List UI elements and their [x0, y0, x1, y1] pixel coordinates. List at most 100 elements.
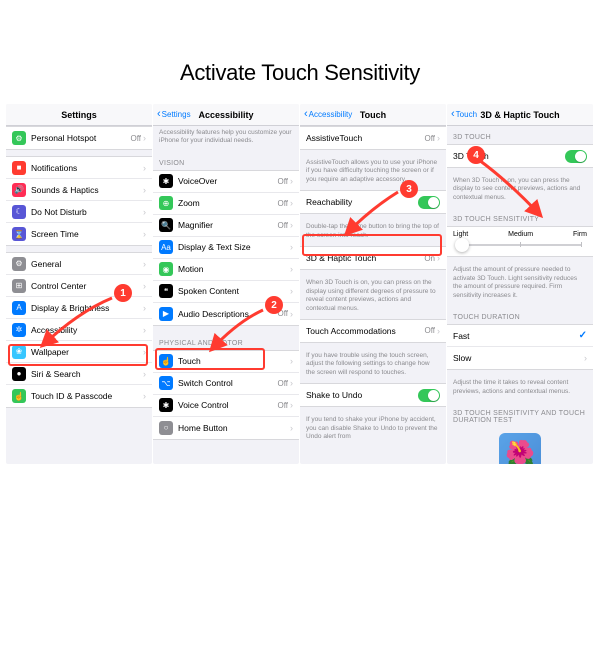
row-value: Off: [277, 379, 288, 388]
row-icon: A: [12, 301, 26, 315]
row-label: Magnifier: [178, 220, 277, 230]
row-label: General: [31, 259, 143, 269]
settings-row[interactable]: ☾Do Not Disturb›: [6, 201, 152, 223]
back-button[interactable]: ‹Accessibility: [304, 109, 352, 120]
row-icon: ●: [12, 367, 26, 381]
settings-row[interactable]: AssistiveTouchOff›: [300, 127, 446, 149]
row-label: Display & Brightness: [31, 303, 143, 313]
back-button[interactable]: ‹Settings: [157, 109, 191, 120]
row-label: Siri & Search: [31, 369, 143, 379]
row-label: Motion: [178, 264, 290, 274]
row-value: Off: [130, 134, 141, 143]
settings-row[interactable]: Fast✓: [447, 325, 593, 347]
chevron-right-icon: ›: [290, 176, 293, 186]
row-value: Off: [277, 177, 288, 186]
settings-row[interactable]: ⌛Screen Time›: [6, 223, 152, 245]
chevron-right-icon: ›: [290, 309, 293, 319]
settings-row[interactable]: ✱VoiceOverOff›: [153, 171, 299, 193]
back-button[interactable]: ‹Touch: [451, 109, 477, 120]
chevron-right-icon: ›: [437, 253, 440, 263]
settings-row[interactable]: ■Notifications›: [6, 157, 152, 179]
row-label: Reachability: [306, 197, 418, 207]
test-image[interactable]: 🌺: [499, 433, 541, 464]
screen-3d-haptic: ‹Touch 3D & Haptic Touch 3D TOUCH 3D Tou…: [447, 104, 593, 464]
settings-row[interactable]: ⚙General›: [6, 253, 152, 275]
row-value: Off: [424, 326, 435, 335]
row-value: On: [424, 254, 435, 263]
chevron-right-icon: ›: [143, 133, 146, 143]
section-motor: PHYSICAL AND MOTOR: [153, 332, 299, 350]
settings-row[interactable]: ● Siri & Search›: [6, 363, 152, 385]
row-icon: ❀: [12, 345, 26, 359]
settings-row[interactable]: 3D & Haptic TouchOn›: [300, 247, 446, 269]
row-label: Screen Time: [31, 229, 143, 239]
chevron-right-icon: ›: [290, 286, 293, 296]
sensitivity-slider[interactable]: [459, 244, 581, 246]
footer: If you have trouble using the touch scre…: [300, 349, 446, 383]
row-label: Slow: [453, 353, 584, 363]
settings-row[interactable]: AaDisplay & Text Size›: [153, 237, 299, 259]
navbar: ‹Accessibility Touch: [300, 104, 446, 126]
chevron-right-icon: ›: [143, 303, 146, 313]
row-label: Accessibility: [31, 325, 143, 335]
settings-row[interactable]: ❀ Wallpaper›: [6, 341, 152, 363]
footer: AssistiveTouch allows you to use your iP…: [300, 156, 446, 190]
row-label: Voice Control: [178, 400, 277, 410]
chevron-right-icon: ›: [290, 423, 293, 433]
row-icon: ◉: [159, 262, 173, 276]
chevron-left-icon: ‹: [304, 109, 308, 120]
settings-row[interactable]: ☝Touch›: [153, 351, 299, 373]
section-test: 3D TOUCH SENSITIVITY AND TOUCH DURATION …: [447, 402, 593, 427]
chevron-right-icon: ›: [143, 369, 146, 379]
settings-row[interactable]: Reachability: [300, 191, 446, 213]
row-icon: ⌥: [159, 376, 173, 390]
intro-text: Accessibility features help you customiz…: [153, 126, 299, 152]
nav-title: Settings: [6, 110, 152, 120]
row-label: Touch Accommodations: [306, 326, 424, 336]
row-icon: ❝: [159, 284, 173, 298]
screen-touch: ‹Accessibility Touch AssistiveTouchOff› A…: [300, 104, 446, 464]
settings-row[interactable]: A Display & Brightness›: [6, 297, 152, 319]
settings-row[interactable]: ⌥ Switch ControlOff›: [153, 373, 299, 395]
chevron-right-icon: ›: [143, 347, 146, 357]
navbar: ‹Settings Accessibility: [153, 104, 299, 126]
row-label: Notifications: [31, 163, 143, 173]
settings-row[interactable]: 🔍MagnifierOff›: [153, 215, 299, 237]
footer: When 3D Touch is on, you can press on th…: [300, 276, 446, 319]
row-label: Spoken Content: [178, 286, 290, 296]
toggle[interactable]: [418, 196, 440, 209]
row-label: 3D & Haptic Touch: [306, 253, 424, 263]
settings-row[interactable]: Touch AccommodationsOff›: [300, 320, 446, 342]
row-icon: Aa: [159, 240, 173, 254]
chevron-right-icon: ›: [437, 133, 440, 143]
toggle-3d-touch[interactable]: [565, 150, 587, 163]
settings-row[interactable]: ◉Motion›: [153, 259, 299, 281]
chevron-right-icon: ›: [584, 353, 587, 363]
chevron-right-icon: ›: [290, 378, 293, 388]
settings-row[interactable]: ⚙Personal HotspotOff›: [6, 127, 152, 149]
chevron-right-icon: ›: [290, 242, 293, 252]
settings-row[interactable]: ✲Accessibility›: [6, 319, 152, 341]
slider-knob[interactable]: [455, 238, 469, 252]
row-icon: ☝: [12, 389, 26, 403]
chevron-right-icon: ›: [290, 356, 293, 366]
row-label: Do Not Disturb: [31, 207, 143, 217]
row-label: Wallpaper: [31, 347, 143, 357]
slider-labels: Light Medium Firm: [447, 231, 593, 238]
settings-row[interactable]: ✱Voice ControlOff›: [153, 395, 299, 417]
settings-row[interactable]: ⊕ZoomOff›: [153, 193, 299, 215]
row-label: VoiceOver: [178, 176, 277, 186]
step-2-badge: 2: [265, 296, 283, 314]
row-label: Switch Control: [178, 378, 277, 388]
settings-row[interactable]: ☝Touch ID & Passcode›: [6, 385, 152, 407]
settings-row[interactable]: Shake to Undo: [300, 384, 446, 406]
chevron-right-icon: ›: [143, 185, 146, 195]
footer: Adjust the amount of pressure needed to …: [447, 263, 593, 306]
settings-row[interactable]: ○Home Button›: [153, 417, 299, 439]
screens-container: Settings ⚙Personal HotspotOff› ■Notificat…: [0, 104, 600, 464]
toggle[interactable]: [418, 389, 440, 402]
screen-settings: Settings ⚙Personal HotspotOff› ■Notificat…: [6, 104, 152, 464]
settings-row[interactable]: Slow›: [447, 347, 593, 369]
row-label: Home Button: [178, 423, 290, 433]
settings-row[interactable]: 🔊Sounds & Haptics›: [6, 179, 152, 201]
